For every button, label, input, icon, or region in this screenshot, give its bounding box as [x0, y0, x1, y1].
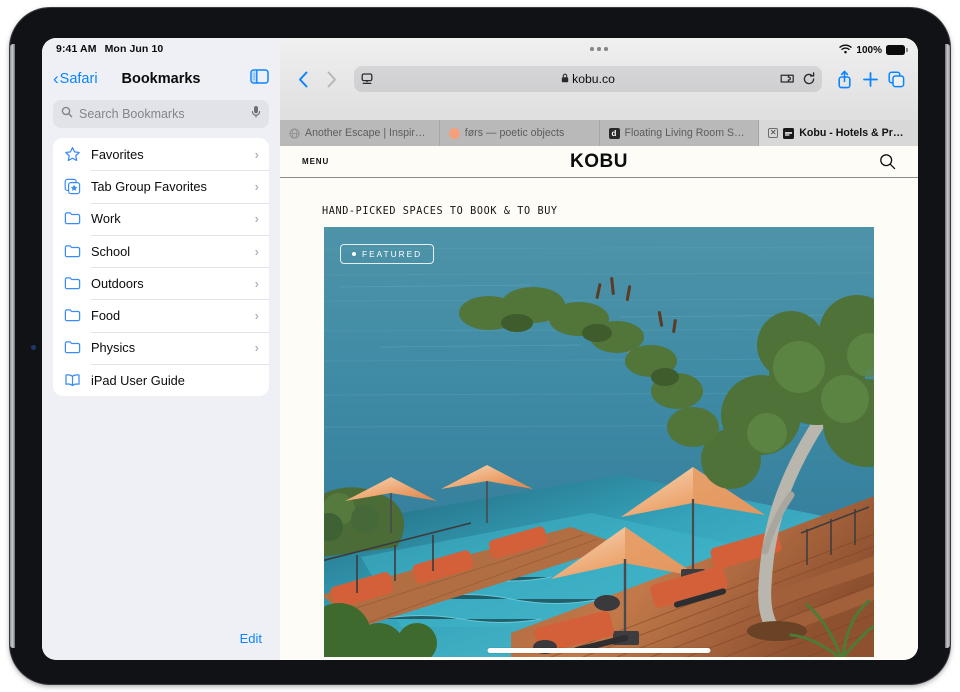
back-button-label: Safari [59, 71, 98, 87]
bookmark-row-physics[interactable]: Physics › [53, 331, 269, 364]
battery-percent-label: 100% [856, 44, 882, 56]
tab-title: Kobu - Hotels & Propert… [799, 127, 909, 139]
address-bar[interactable]: kobu.co [354, 66, 822, 92]
folder-icon [64, 339, 86, 356]
lock-icon [561, 72, 569, 86]
tab-title: Floating Living Room Se… [624, 127, 750, 139]
site-search-icon[interactable] [879, 153, 896, 170]
device-camera-dot [31, 345, 36, 350]
edit-button[interactable]: Edit [240, 631, 262, 646]
dot-icon [352, 252, 356, 256]
bookmark-label: Food [91, 308, 121, 324]
sidebar-navbar: ‹ Safari Bookmarks [42, 60, 280, 98]
device-right-edge [945, 44, 950, 648]
letter-d-icon: d [608, 127, 620, 139]
bookmark-label: School [91, 243, 131, 259]
battery-full-icon [886, 45, 908, 55]
status-time: 9:41 AM [56, 43, 97, 55]
close-icon[interactable]: ✕ [768, 128, 779, 138]
bookmark-label: iPad User Guide [91, 372, 185, 388]
tabs-overview-icon[interactable] [884, 70, 908, 88]
device-left-edge [10, 44, 15, 648]
star-icon [64, 146, 86, 163]
address-bar-url-group: kobu.co [354, 72, 822, 86]
chevron-left-icon: ‹ [53, 69, 59, 88]
book-icon [64, 372, 86, 389]
chevron-right-icon: › [254, 178, 259, 194]
chevron-right-icon: › [254, 340, 259, 356]
site-logo: KOBU [570, 150, 628, 172]
address-bar-actions [780, 72, 816, 86]
browser-tab-3[interactable]: d Floating Living Room Se… [599, 120, 760, 146]
browser-toolbar: kobu.co [280, 60, 918, 98]
forward-button[interactable] [318, 66, 344, 92]
back-button[interactable] [290, 66, 316, 92]
folder-icon [64, 307, 86, 324]
folder-icon [64, 243, 86, 260]
status-indicators: 100% [839, 41, 908, 59]
tab-group-icon [64, 178, 86, 195]
bookmark-label: Work [91, 211, 121, 227]
chevron-right-icon: › [254, 211, 259, 227]
share-icon[interactable] [832, 70, 856, 89]
wifi-icon [839, 41, 853, 59]
plus-icon[interactable] [858, 71, 882, 88]
home-indicator[interactable] [487, 648, 711, 653]
bookmarks-list: Favorites › Tab Group Favorites › Work › Schoo… [53, 138, 269, 397]
browser-tab-1[interactable]: Another Escape | Inspir… [280, 120, 440, 146]
featured-badge-label: FEATURED [362, 249, 423, 259]
browser-chrome: 100% kobu.co [280, 38, 918, 120]
browser-tab-4[interactable]: ✕ Kobu - Hotels & Propert… [759, 120, 918, 146]
ipad-screen: 9:41 AM Mon Jun 10 ‹ Safari Bookmarks Se… [42, 38, 918, 660]
search-input[interactable] [79, 107, 245, 121]
circle-icon [448, 127, 460, 139]
bookmark-label: Tab Group Favorites [91, 178, 207, 194]
folder-icon [64, 275, 86, 292]
search-bookmarks-field[interactable] [53, 100, 269, 128]
chevron-right-icon: › [254, 308, 259, 324]
bookmark-row-outdoors[interactable]: Outdoors › [53, 267, 269, 299]
featured-badge[interactable]: FEATURED [340, 244, 435, 264]
bookmark-row-school[interactable]: School › [53, 234, 269, 267]
browser-tab-2[interactable]: førs — poetic objects [439, 120, 600, 146]
folder-icon [64, 210, 86, 227]
ipad-device-frame: 9:41 AM Mon Jun 10 ‹ Safari Bookmarks Se… [10, 8, 950, 684]
bookmark-label: Favorites [91, 146, 144, 162]
site-header: MENU KOBU [280, 146, 918, 178]
page-settings-icon[interactable] [360, 72, 374, 86]
bookmark-row-favorites[interactable]: Favorites › [53, 138, 269, 170]
sidebar-toggle-icon[interactable] [250, 69, 269, 89]
bookmark-row-tab-group-favorites[interactable]: Tab Group Favorites › [53, 170, 269, 202]
chevron-right-icon: › [254, 275, 259, 291]
site-tagline: HAND-PICKED SPACES TO BOOK & TO BUY [322, 206, 558, 217]
bookmark-row-food[interactable]: Food › [53, 299, 269, 331]
hero-photo-illustration [324, 227, 874, 657]
search-icon [61, 105, 73, 123]
bookmark-label: Outdoors [91, 275, 144, 291]
browser-pane: 100% kobu.co Another Escape | Inspir… fø… [280, 38, 918, 660]
globe-icon [289, 127, 300, 139]
site-menu-button[interactable]: MENU [302, 157, 329, 166]
bookmark-label: Physics [91, 340, 136, 356]
extensions-puzzle-icon[interactable] [780, 73, 795, 86]
chevron-right-icon: › [254, 146, 259, 162]
status-bar: 9:41 AM Mon Jun 10 [42, 38, 280, 60]
status-date: Mon Jun 10 [104, 43, 164, 55]
kobu-icon [783, 127, 795, 139]
chevron-right-icon: › [254, 243, 259, 259]
tab-strip: Another Escape | Inspir… førs — poetic ob… [280, 120, 918, 146]
bookmark-row-work[interactable]: Work › [53, 202, 269, 235]
bookmarks-sidebar: 9:41 AM Mon Jun 10 ‹ Safari Bookmarks Se… [42, 38, 280, 660]
web-page-content: MENU KOBU HAND-PICKED SPACES TO BOOK & T… [280, 146, 918, 660]
chrome-status-bar: 100% [280, 38, 918, 60]
microphone-icon[interactable] [251, 105, 261, 124]
hero-image[interactable]: FEATURED [324, 227, 874, 657]
tab-title: førs — poetic objects [464, 127, 565, 139]
back-to-safari-button[interactable]: ‹ Safari [53, 69, 98, 88]
reload-icon[interactable] [802, 72, 816, 86]
bookmark-row-ipad-user-guide[interactable]: iPad User Guide [53, 364, 269, 396]
multitasking-controls-button[interactable] [590, 47, 608, 51]
address-bar-url: kobu.co [572, 72, 615, 86]
tab-title: Another Escape | Inspir… [305, 127, 426, 139]
